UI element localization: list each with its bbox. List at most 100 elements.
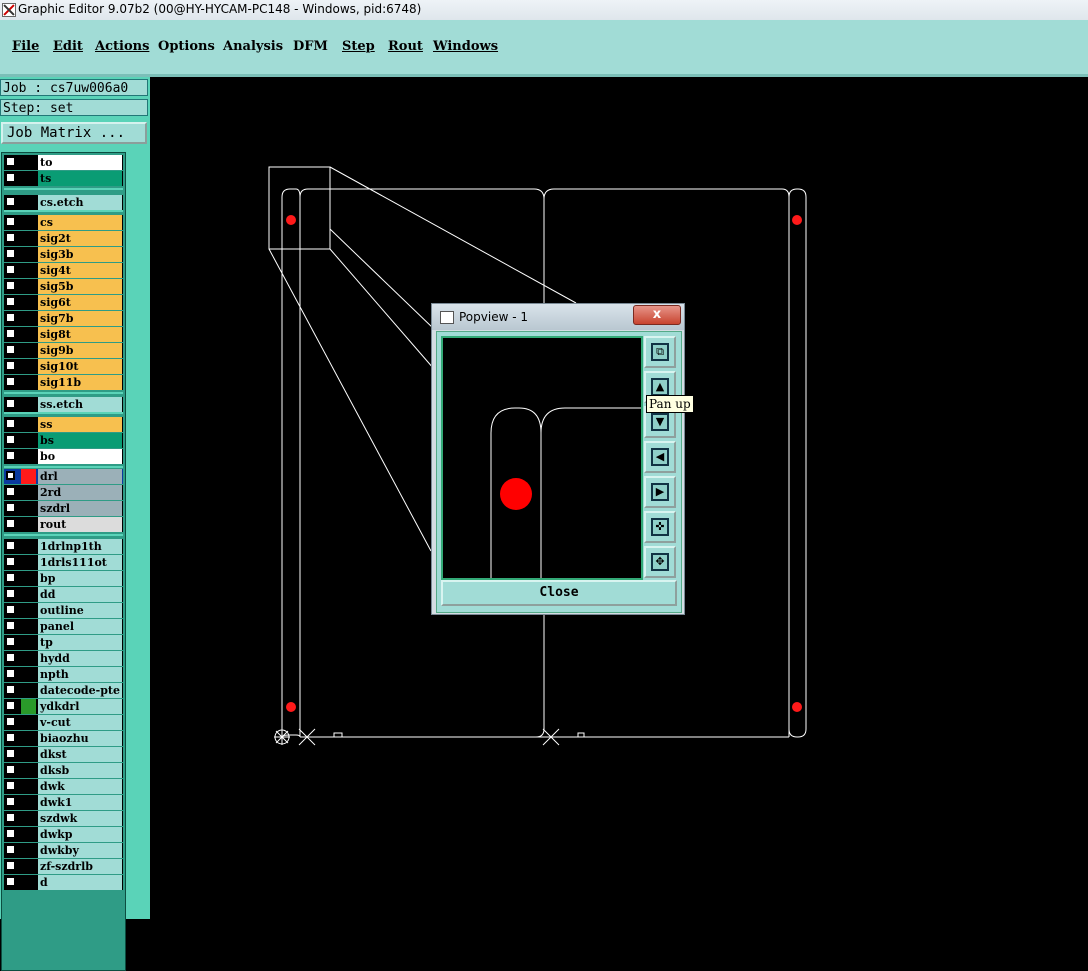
layer-checkbox[interactable] xyxy=(6,265,15,274)
layer-color-swatch[interactable] xyxy=(21,619,36,634)
layer-row[interactable]: sig7b xyxy=(4,311,123,326)
layer-row[interactable]: sig5b xyxy=(4,279,123,294)
layer-list[interactable]: to ts cs.etch cs sig2t sig3b sig4t sig5b sig6t si… xyxy=(1,152,126,971)
layer-name[interactable]: dd xyxy=(38,587,122,602)
layer-row[interactable]: biaozhu xyxy=(4,731,123,746)
layer-name[interactable]: ss.etch xyxy=(38,397,122,412)
layer-color-swatch[interactable] xyxy=(21,485,36,500)
layer-row[interactable]: sig2t xyxy=(4,231,123,246)
layer-checkbox[interactable] xyxy=(6,669,15,678)
layer-color-swatch[interactable] xyxy=(21,731,36,746)
layer-checkbox[interactable] xyxy=(6,541,15,550)
layer-checkbox[interactable] xyxy=(6,797,15,806)
layer-row[interactable]: sig8t xyxy=(4,327,123,342)
layer-color-swatch[interactable] xyxy=(21,397,36,412)
layer-row[interactable]: zf-szdrlb xyxy=(4,859,123,874)
layer-row[interactable]: sig10t xyxy=(4,359,123,374)
layer-name[interactable]: 1drls111ot xyxy=(38,555,122,570)
layer-checkbox[interactable] xyxy=(6,361,15,370)
layer-color-swatch[interactable] xyxy=(21,417,36,432)
zoom-out-button[interactable]: ✥ xyxy=(644,546,676,578)
layer-checkbox[interactable] xyxy=(6,345,15,354)
layer-checkbox[interactable] xyxy=(6,329,15,338)
layer-checkbox[interactable] xyxy=(6,173,15,182)
layer-name[interactable]: panel xyxy=(38,619,122,634)
layer-row[interactable]: sig4t xyxy=(4,263,123,278)
layer-checkbox[interactable] xyxy=(6,217,15,226)
menu-dfm[interactable]: DFM xyxy=(293,39,328,54)
layer-color-swatch[interactable] xyxy=(21,433,36,448)
layer-color-swatch[interactable] xyxy=(21,587,36,602)
layer-color-swatch[interactable] xyxy=(21,263,36,278)
layer-color-swatch[interactable] xyxy=(21,795,36,810)
layer-checkbox[interactable] xyxy=(6,297,15,306)
popview-close-x-button[interactable]: x xyxy=(633,305,681,325)
menu-actions[interactable]: Actions xyxy=(95,39,149,54)
layer-row[interactable]: 2rd xyxy=(4,485,123,500)
layer-row[interactable]: szdwk xyxy=(4,811,123,826)
layer-color-swatch[interactable] xyxy=(21,449,36,464)
layer-color-swatch[interactable] xyxy=(21,699,36,714)
zoom-in-button[interactable]: ✜ xyxy=(644,511,676,543)
menu-options[interactable]: Options xyxy=(158,39,215,54)
layer-row[interactable]: datecode-pte xyxy=(4,683,123,698)
layer-checkbox[interactable] xyxy=(6,519,15,528)
layer-row[interactable]: dwk xyxy=(4,779,123,794)
popview-canvas[interactable] xyxy=(441,336,643,580)
layer-checkbox[interactable] xyxy=(6,435,15,444)
layer-name[interactable]: sig4t xyxy=(38,263,122,278)
layer-color-swatch[interactable] xyxy=(21,343,36,358)
layer-name[interactable]: sig6t xyxy=(38,295,122,310)
layer-name[interactable]: sig2t xyxy=(38,231,122,246)
layer-row[interactable]: drl xyxy=(4,469,123,484)
menu-step[interactable]: Step xyxy=(342,39,375,54)
layer-row[interactable]: outline xyxy=(4,603,123,618)
layer-checkbox[interactable] xyxy=(6,621,15,630)
layer-checkbox[interactable] xyxy=(6,765,15,774)
popview-titlebar[interactable]: Popview - 1 x xyxy=(432,304,684,330)
layer-row[interactable]: cs.etch xyxy=(4,195,123,210)
layer-color-swatch[interactable] xyxy=(21,635,36,650)
layer-row[interactable]: rout xyxy=(4,517,123,532)
layer-row[interactable]: sig3b xyxy=(4,247,123,262)
layer-row[interactable]: sig9b xyxy=(4,343,123,358)
layer-checkbox[interactable] xyxy=(6,685,15,694)
layer-name[interactable]: sig10t xyxy=(38,359,122,374)
layer-name[interactable]: dksb xyxy=(38,763,122,778)
layer-row[interactable]: panel xyxy=(4,619,123,634)
layer-name[interactable]: ydkdrl xyxy=(38,699,122,714)
layer-color-swatch[interactable] xyxy=(21,555,36,570)
layer-name[interactable]: outline xyxy=(38,603,122,618)
layer-name[interactable]: zf-szdrlb xyxy=(38,859,122,874)
layer-name[interactable]: cs.etch xyxy=(38,195,122,210)
layer-color-swatch[interactable] xyxy=(21,843,36,858)
layer-color-swatch[interactable] xyxy=(21,231,36,246)
layer-row[interactable]: dwkby xyxy=(4,843,123,858)
layer-checkbox[interactable] xyxy=(6,249,15,258)
layer-name[interactable]: datecode-pte xyxy=(38,683,122,698)
layer-color-swatch[interactable] xyxy=(21,747,36,762)
layer-row[interactable]: sig11b xyxy=(4,375,123,390)
layer-name[interactable]: to xyxy=(38,155,122,170)
layer-color-swatch[interactable] xyxy=(21,155,36,170)
popview-close-button[interactable]: Close xyxy=(441,580,677,606)
layer-row[interactable]: ss xyxy=(4,417,123,432)
layer-name[interactable]: dwk1 xyxy=(38,795,122,810)
layer-name[interactable]: bs xyxy=(38,433,122,448)
layer-color-swatch[interactable] xyxy=(21,215,36,230)
menu-analysis[interactable]: Analysis xyxy=(223,39,283,54)
layer-name[interactable]: tp xyxy=(38,635,122,650)
layer-checkbox[interactable] xyxy=(6,637,15,646)
layer-color-swatch[interactable] xyxy=(21,195,36,210)
layer-row[interactable]: bo xyxy=(4,449,123,464)
layer-row[interactable]: dwkp xyxy=(4,827,123,842)
layer-color-swatch[interactable] xyxy=(21,171,36,186)
layer-name[interactable]: drl xyxy=(38,469,122,484)
layer-color-swatch[interactable] xyxy=(21,715,36,730)
layer-name[interactable]: npth xyxy=(38,667,122,682)
layer-checkbox[interactable] xyxy=(6,589,15,598)
layer-checkbox[interactable] xyxy=(6,733,15,742)
layer-color-swatch[interactable] xyxy=(21,359,36,374)
layer-color-swatch[interactable] xyxy=(21,875,36,890)
layer-checkbox[interactable] xyxy=(6,877,15,886)
